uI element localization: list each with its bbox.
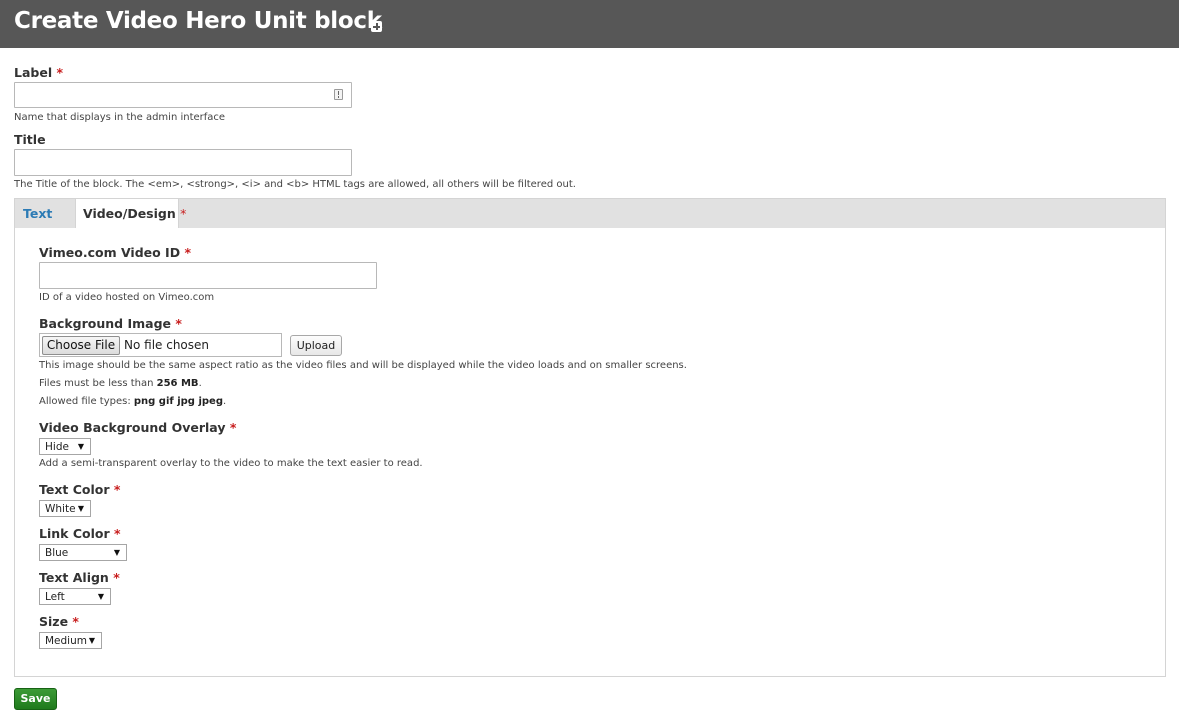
link-color-label: Link Color *: [39, 526, 121, 541]
background-image-file-input[interactable]: Choose File No file chosen: [39, 333, 282, 357]
file-types-prefix: Allowed file types:: [39, 396, 134, 407]
file-types-value: png gif jpg jpeg: [133, 396, 223, 407]
background-image-label-text: Background Image: [39, 316, 172, 331]
required-marker: *: [72, 614, 79, 629]
label-input[interactable]: [14, 82, 352, 108]
overlay-select[interactable]: Hide ▼: [39, 438, 91, 455]
overlay-label: Video Background Overlay *: [39, 420, 236, 435]
overlay-label-text: Video Background Overlay: [39, 420, 226, 435]
file-size-value: 256 MB: [156, 378, 199, 389]
background-image-label: Background Image *: [39, 316, 182, 331]
required-marker: *: [113, 482, 121, 497]
vimeo-id-label-text: Vimeo.com Video ID: [39, 245, 181, 260]
title-field-label: Title: [14, 132, 46, 147]
file-size-suffix: .: [198, 378, 202, 389]
vimeo-id-description: ID of a video hosted on Vimeo.com: [39, 292, 215, 303]
label-field-label: Label *: [14, 65, 63, 80]
text-color-label: Text Color *: [39, 482, 120, 497]
required-marker: *: [184, 245, 191, 260]
file-size-prefix: Files must be less than: [39, 378, 157, 389]
size-label: Size *: [39, 614, 79, 629]
plus-square-icon[interactable]: [371, 21, 382, 32]
label-description: Name that displays in the admin interfac…: [14, 112, 226, 123]
required-marker: *: [229, 420, 237, 435]
file-size-limit: Files must be less than 256 MB.: [39, 378, 202, 389]
text-align-selected-value: Left: [45, 591, 65, 603]
title-description: The Title of the block. The <em>, <stron…: [14, 179, 576, 190]
title-input[interactable]: [14, 149, 352, 176]
required-marker: *: [113, 526, 121, 541]
link-color-select[interactable]: Blue ▼: [39, 544, 127, 561]
upload-button[interactable]: Upload: [290, 335, 342, 356]
overlay-description: Add a semi-transparent overlay to the vi…: [39, 458, 423, 469]
tab-text[interactable]: Text: [15, 199, 75, 228]
text-align-select[interactable]: Left ▼: [39, 588, 111, 605]
required-marker: *: [180, 206, 187, 221]
choose-file-button[interactable]: Choose File: [42, 336, 120, 355]
text-color-select[interactable]: White ▼: [39, 500, 91, 517]
chevron-down-icon: ▼: [88, 636, 95, 645]
overlay-selected-value: Hide: [45, 441, 69, 453]
file-types-suffix: .: [222, 396, 227, 407]
size-select[interactable]: Medium ▼: [39, 632, 102, 649]
chevron-down-icon: ▼: [77, 504, 84, 513]
required-marker: *: [113, 570, 120, 585]
tab-video-design-label: Video/Design: [83, 206, 176, 221]
chevron-down-icon: ▼: [77, 442, 84, 451]
save-button[interactable]: Save: [14, 688, 57, 710]
no-file-chosen-text: No file chosen: [124, 338, 210, 352]
size-label-text: Size: [39, 614, 69, 629]
text-align-label: Text Align *: [39, 570, 120, 585]
label-field-label-text: Label: [14, 65, 53, 80]
vimeo-id-input[interactable]: [39, 262, 377, 289]
link-color-label-text: Link Color: [39, 526, 110, 541]
text-align-label-text: Text Align: [39, 570, 109, 585]
size-selected-value: Medium: [45, 635, 87, 647]
page-title: Create Video Hero Unit block: [14, 8, 382, 34]
vimeo-id-label: Vimeo.com Video ID *: [39, 245, 191, 260]
autofill-icon[interactable]: [334, 89, 343, 100]
tab-video-design[interactable]: Video/Design *: [75, 199, 186, 229]
link-color-selected-value: Blue: [45, 547, 69, 559]
chevron-down-icon: ▼: [113, 548, 120, 557]
chevron-down-icon: ▼: [97, 592, 104, 601]
allowed-file-types: Allowed file types: png gif jpg jpeg.: [39, 396, 226, 407]
background-image-description: This image should be the same aspect rat…: [39, 360, 687, 371]
required-marker: *: [175, 316, 182, 331]
text-color-selected-value: White: [45, 503, 76, 515]
page-header: Create Video Hero Unit block: [0, 0, 1179, 48]
text-color-label-text: Text Color: [39, 482, 110, 497]
tabs-bar: Text Video/Design *: [14, 198, 1166, 229]
required-marker: *: [56, 65, 64, 80]
